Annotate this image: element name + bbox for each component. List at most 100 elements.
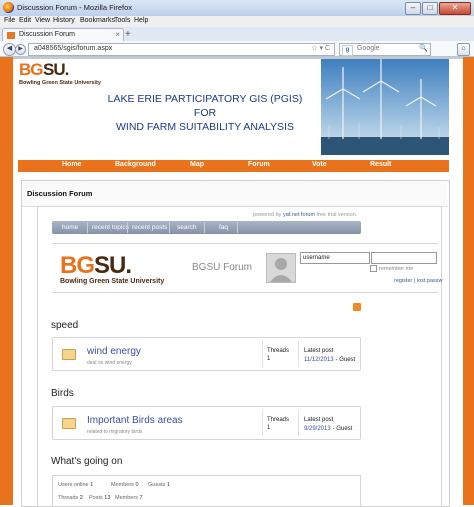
last-post-info: 11/12/2013 - Guest bbox=[304, 356, 355, 363]
whats-going-on-heading: What's going on bbox=[51, 456, 123, 467]
google-icon[interactable]: g bbox=[342, 45, 353, 56]
posts-label: Posts bbox=[89, 495, 103, 501]
forum-tab-home[interactable]: home bbox=[62, 224, 78, 231]
last-post-label: Latest post bbox=[304, 348, 334, 354]
rss-icon[interactable] bbox=[353, 303, 361, 311]
forum-title-link[interactable]: Important Birds areas bbox=[87, 415, 183, 426]
forum-tab-recent-topics[interactable]: recent topics bbox=[92, 224, 129, 231]
wind-turbines-image bbox=[321, 59, 449, 155]
members-total-stat: Members 7 bbox=[115, 495, 143, 501]
left-orange-border bbox=[0, 57, 13, 505]
account-links: register | lost passw bbox=[394, 278, 443, 284]
forum-logo-su-text: SU. bbox=[94, 252, 132, 279]
posts-stat: Posts 13 bbox=[89, 495, 110, 501]
banner-title-line3: WIND FARM SUITABILITY ANALYSIS bbox=[116, 121, 294, 133]
password-input[interactable] bbox=[371, 252, 437, 264]
site-navigation: Home Background Map Forum Vote Result bbox=[18, 160, 449, 172]
members-total-label: Members bbox=[115, 495, 138, 501]
members-stat: Members 0 bbox=[111, 482, 139, 488]
posts-value: 13 bbox=[104, 495, 111, 501]
powered-by-link[interactable]: yaf.net forum bbox=[283, 212, 315, 218]
close-tab-icon[interactable]: × bbox=[115, 30, 120, 39]
threads-total-value: 2 bbox=[79, 495, 83, 501]
firefox-logo-icon bbox=[3, 2, 14, 13]
nav-map[interactable]: Map bbox=[190, 161, 204, 168]
forum-title-link[interactable]: wind energy bbox=[87, 346, 141, 357]
last-post-author: - Guest bbox=[335, 357, 356, 363]
nav-home[interactable]: Home bbox=[62, 161, 81, 168]
last-post-link[interactable]: 9/29/2013 bbox=[304, 426, 331, 432]
search-go-icon[interactable]: 🔍 bbox=[419, 44, 428, 52]
url-bar-icons[interactable]: ☆ ▾ C bbox=[311, 44, 330, 52]
category-heading: speed bbox=[51, 320, 79, 331]
threads-count: 1 bbox=[267, 356, 271, 362]
threads-label: Threads bbox=[267, 417, 290, 423]
tab-label: Discussion Forum bbox=[19, 31, 76, 38]
menu-bar: File Edit View History Bookmarks Tools H… bbox=[0, 16, 474, 27]
nav-vote[interactable]: Vote bbox=[312, 161, 327, 168]
bgsu-logo: BG SU. Bowling Green State University bbox=[19, 60, 119, 90]
logo-su-text: SU. bbox=[43, 60, 69, 79]
remember-me-checkbox[interactable] bbox=[370, 265, 377, 272]
folder-icon bbox=[62, 418, 76, 429]
users-online-value: 1 bbox=[90, 482, 94, 488]
folder-icon bbox=[62, 349, 76, 360]
guests-label: Guests bbox=[148, 482, 166, 488]
forum-logo-university-text: Bowling Green State University bbox=[60, 278, 165, 285]
remember-me-label: remember me bbox=[379, 265, 414, 272]
powered-by: powered by yaf.net forum free trial vers… bbox=[253, 212, 357, 218]
remember-me[interactable]: remember me bbox=[370, 265, 413, 272]
tab-discussion-forum[interactable]: Discussion Forum × bbox=[2, 28, 124, 42]
nav-result[interactable]: Result bbox=[370, 161, 391, 168]
maximize-button[interactable]: □ bbox=[422, 2, 438, 15]
menu-bookmarks[interactable]: Bookmarks bbox=[80, 17, 115, 24]
register-link[interactable]: register bbox=[394, 278, 412, 284]
menu-view[interactable]: View bbox=[35, 17, 50, 24]
minimize-button[interactable]: – bbox=[405, 2, 421, 15]
forum-row: Important Birds areas related to migrato… bbox=[52, 406, 361, 440]
menu-tools[interactable]: Tools bbox=[114, 17, 130, 24]
menu-history[interactable]: History bbox=[53, 17, 75, 24]
forum-description: related to migratory birds bbox=[87, 429, 143, 435]
lost-password-link[interactable]: lost passw bbox=[417, 278, 443, 284]
forum-section-header: Discussion Forum bbox=[22, 181, 447, 207]
url-bar[interactable]: a048565/sgis/forum.aspx ☆ ▾ C bbox=[28, 43, 335, 56]
forum-tab-recent-posts[interactable]: recent posts bbox=[132, 224, 167, 231]
banner-title-line2: FOR bbox=[193, 107, 217, 119]
forum-name: BGSU Forum bbox=[192, 262, 253, 273]
forum-description: deal on wind energy bbox=[87, 360, 132, 366]
menu-help[interactable]: Help bbox=[134, 17, 148, 24]
category-heading: Birds bbox=[51, 388, 74, 399]
members-total-value: 7 bbox=[139, 495, 143, 501]
favicon-icon bbox=[7, 32, 15, 39]
home-button[interactable]: ⌂ bbox=[457, 43, 470, 56]
users-online-stat: Users online 1 bbox=[58, 482, 93, 488]
search-input[interactable]: Google bbox=[357, 45, 380, 52]
threads-label: Threads bbox=[267, 348, 290, 354]
search-bar[interactable]: g Google 🔍 bbox=[339, 43, 431, 56]
nav-forum[interactable]: Forum bbox=[248, 161, 270, 168]
url-text: a048565/sgis/forum.aspx bbox=[34, 45, 113, 52]
last-post-link[interactable]: 11/12/2013 bbox=[304, 357, 334, 363]
logo-bg-text: BG bbox=[19, 60, 43, 79]
new-tab-button[interactable]: + bbox=[125, 29, 131, 40]
menu-file[interactable]: File bbox=[4, 17, 15, 24]
forum-logo-bg-text: BG bbox=[60, 252, 95, 279]
menu-edit[interactable]: Edit bbox=[19, 17, 31, 24]
close-window-button[interactable]: ✕ bbox=[439, 2, 471, 15]
threads-total-label: Threads bbox=[58, 495, 79, 501]
user-silhouette-icon bbox=[270, 258, 292, 282]
members-label: Members bbox=[111, 482, 134, 488]
banner-title: LAKE ERIE PARTICIPATORY GIS (PGIS) FOR W… bbox=[80, 92, 330, 134]
username-input[interactable]: username bbox=[300, 252, 370, 264]
nav-background[interactable]: Background bbox=[115, 161, 156, 168]
row-divider bbox=[262, 341, 263, 367]
forum-tab-search[interactable]: search bbox=[177, 224, 197, 231]
forum-menu: home recent topics recent posts search f… bbox=[52, 221, 361, 234]
forum-tab-faq[interactable]: faq bbox=[219, 224, 228, 231]
last-post-label: Latest post bbox=[304, 417, 334, 423]
members-value: 0 bbox=[135, 482, 139, 488]
banner-title-line1: LAKE ERIE PARTICIPATORY GIS (PGIS) bbox=[107, 93, 303, 105]
window-titlebar: Discussion Forum - Mozilla Firefox – □ ✕ bbox=[0, 0, 474, 17]
forward-button[interactable]: ▶ bbox=[15, 44, 26, 55]
